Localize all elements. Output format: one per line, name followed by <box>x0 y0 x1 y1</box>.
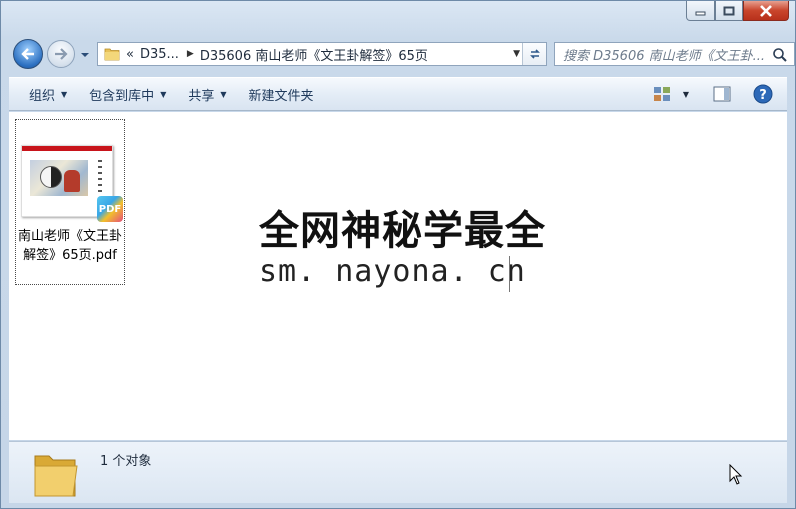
arrow-left-icon <box>21 48 34 60</box>
thumbnail-text-column <box>98 160 102 194</box>
help-icon[interactable]: ? <box>753 84 773 104</box>
svg-text:?: ? <box>759 88 767 103</box>
view-dropdown-icon[interactable]: ▼ <box>683 90 689 99</box>
folder-icon <box>104 48 120 61</box>
file-list-pane[interactable]: PDF 南山老师《文王卦解签》65页.pdf 全网神秘学最全 sm. nayon… <box>9 112 787 440</box>
mouse-pointer-icon <box>729 464 743 485</box>
file-name-label[interactable]: 南山老师《文王卦解签》65页.pdf <box>16 227 124 265</box>
watermark-overlay: 全网神秘学最全 sm. nayona. cn <box>251 198 551 302</box>
caption-buttons <box>686 1 789 23</box>
watermark-url: sm. nayona. cn <box>259 254 526 289</box>
breadcrumb-current[interactable]: D35606 南山老师《文王卦解签》65页 <box>200 45 428 64</box>
breadcrumb-parent[interactable]: D35... <box>140 47 179 62</box>
preview-pane-icon[interactable] <box>713 85 731 103</box>
address-bar[interactable]: « D35... ▶ D35606 南山老师《文王卦解签》65页 ▼ <box>97 42 547 66</box>
toolbar-right-group: ▼ ? <box>653 84 773 104</box>
view-options-icon[interactable] <box>653 85 673 103</box>
thumbnail-cover-art <box>30 160 88 196</box>
back-button[interactable] <box>13 39 43 69</box>
navigation-bar: « D35... ▶ D35606 南山老师《文王卦解签》65页 ▼ 搜索 D3… <box>11 39 795 69</box>
breadcrumb-separator-icon[interactable]: ▶ <box>187 49 194 59</box>
address-dropdown-icon[interactable]: ▼ <box>513 49 520 59</box>
figure-illustration <box>64 170 80 192</box>
chevron-down-icon: ▼ <box>160 89 167 99</box>
chevron-down-icon: ▼ <box>220 89 227 99</box>
item-count: 1 个对象 <box>100 454 152 469</box>
search-box[interactable]: 搜索 D35606 南山老师《文王卦... <box>554 42 795 66</box>
refresh-button[interactable] <box>522 43 546 65</box>
forward-button[interactable] <box>47 40 75 68</box>
breadcrumb-overflow[interactable]: « <box>126 47 134 62</box>
folder-icon <box>34 455 78 497</box>
close-button[interactable] <box>743 1 789 21</box>
maximize-button[interactable] <box>715 1 743 21</box>
search-icon[interactable] <box>772 47 788 63</box>
organize-button[interactable]: 组织 ▼ <box>29 85 67 104</box>
minimize-button[interactable] <box>686 1 715 21</box>
search-placeholder: 搜索 D35606 南山老师《文王卦... <box>563 48 766 64</box>
details-pane: 1 个对象 <box>9 441 787 503</box>
explorer-window: « D35... ▶ D35606 南山老师《文王卦解签》65页 ▼ 搜索 D3… <box>0 0 796 509</box>
arrow-right-icon <box>55 48 68 60</box>
include-library-button[interactable]: 包含到库中 ▼ <box>89 85 166 104</box>
pdf-app-icon: PDF <box>97 196 123 222</box>
share-button[interactable]: 共享 ▼ <box>188 85 226 104</box>
command-bar: 组织 ▼ 包含到库中 ▼ 共享 ▼ 新建文件夹 ▼ ? <box>9 77 787 111</box>
text-caret <box>509 256 510 292</box>
maximize-icon <box>723 6 735 15</box>
taiji-symbol-icon <box>40 166 62 188</box>
share-label: 共享 <box>188 88 215 104</box>
close-icon <box>760 4 772 17</box>
minimize-icon <box>695 11 705 15</box>
file-item-pdf[interactable]: PDF 南山老师《文王卦解签》65页.pdf <box>15 119 125 285</box>
watermark-title: 全网神秘学最全 <box>259 208 546 254</box>
thumbnail-header-bar <box>22 146 112 151</box>
include-library-label: 包含到库中 <box>89 88 155 104</box>
organize-label: 组织 <box>29 88 56 104</box>
chevron-down-icon: ▼ <box>61 89 68 99</box>
new-folder-label: 新建文件夹 <box>248 88 314 104</box>
recent-pages-icon[interactable] <box>79 50 91 60</box>
new-folder-button[interactable]: 新建文件夹 <box>249 85 314 104</box>
refresh-icon <box>529 49 540 59</box>
